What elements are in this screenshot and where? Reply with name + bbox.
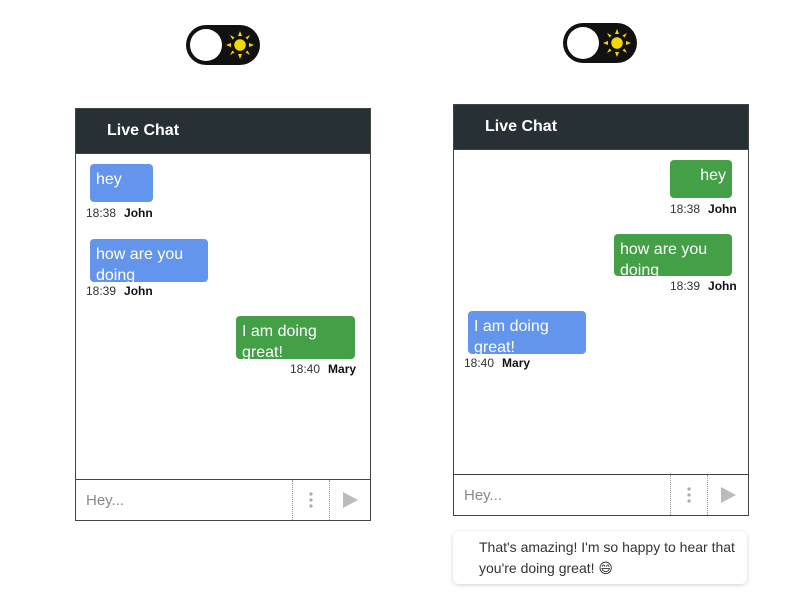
toggle-knob [567,27,599,59]
message-time: 18:40 [464,356,495,370]
theme-toggle[interactable] [563,23,637,63]
message-time: 18:40 [290,362,321,376]
message-time: 18:39 [86,284,117,298]
send-arrow-icon [721,487,736,503]
vertical-dots-icon [309,492,313,508]
live-chat-window: Live Chat hey 18:38 John how are you doin… [75,108,371,521]
message-input[interactable] [76,480,292,520]
message-meta: 18:38 John [86,206,153,220]
message-input[interactable] [454,475,670,515]
message-author: John [124,284,153,298]
send-button[interactable] [329,480,370,520]
theme-toggle[interactable] [186,25,260,65]
message-meta: 18:39 John [86,284,153,298]
reply-suggestion-text: That's amazing! I'm so happy to hear tha… [479,539,735,576]
message-list: hey 18:38 John how are you doing 18:39 Joh… [454,149,748,476]
message-bubble: how are you doing [614,234,732,279]
more-options-button[interactable] [670,475,707,515]
live-chat-window: Live Chat hey 18:38 John how are you doin… [453,104,749,516]
message-time: 18:38 [670,202,701,216]
message-meta: 18:40 Mary [464,356,530,370]
message-time: 18:38 [86,206,117,220]
more-options-button[interactable] [292,480,329,520]
chat-header: Live Chat [454,105,748,149]
sun-icon [225,30,255,60]
message-bubble: how are you doing [90,239,208,284]
message-bubble: I am doing great! [468,311,586,356]
sun-icon [602,28,632,58]
chat-title: Live Chat [485,118,558,135]
message-meta: 18:40 Mary [290,362,356,376]
vertical-dots-icon [687,487,691,503]
message-input-bar [76,479,370,520]
reply-suggestion[interactable]: That's amazing! I'm so happy to hear tha… [453,531,747,584]
message-author: Mary [328,362,357,376]
message-bubble: hey [90,164,153,202]
message-time: 18:39 [670,279,701,293]
send-button[interactable] [707,475,748,515]
message-author: Mary [502,356,531,370]
message-bubble: I am doing great! [236,316,355,361]
message-author: John [124,206,153,220]
message-input-bar [454,474,748,515]
message-author: John [708,202,737,216]
message-author: John [708,279,737,293]
message-meta: 18:38 John [670,202,737,216]
send-arrow-icon [343,492,358,508]
chat-header: Live Chat [76,109,370,153]
message-meta: 18:39 John [670,279,737,293]
message-list: hey 18:38 John how are you doing 18:39 Joh… [76,153,370,482]
chat-title: Live Chat [107,122,180,139]
message-bubble: hey [670,160,732,198]
toggle-knob [190,29,222,61]
